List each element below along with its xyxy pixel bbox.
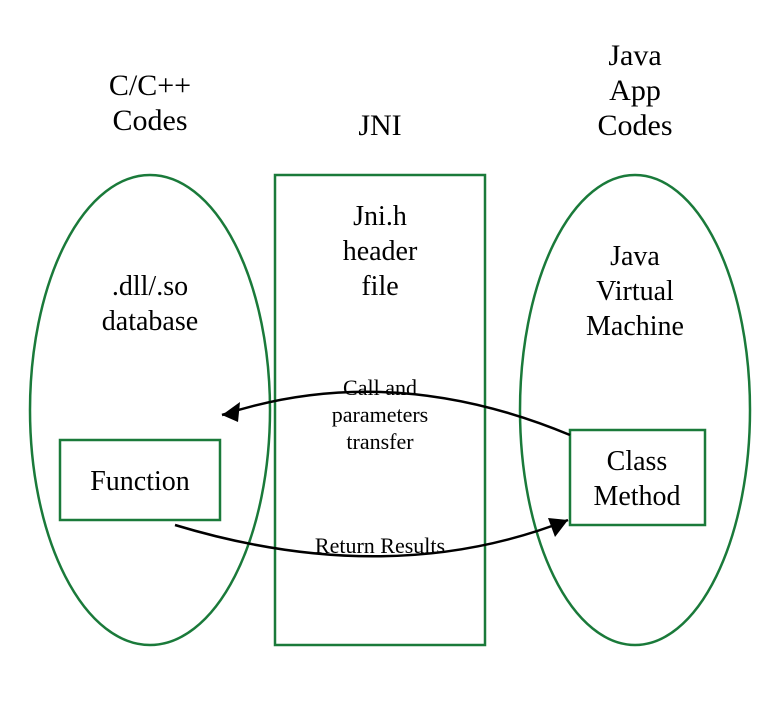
- java-body-line3: Machine: [586, 311, 684, 342]
- cpp-title-line2: Codes: [113, 104, 188, 137]
- jni-title: JNI: [358, 109, 401, 142]
- call-arrow-head: [222, 402, 240, 422]
- class-method-line1: Class: [607, 446, 668, 477]
- call-label-line1: Call and: [343, 375, 417, 400]
- cpp-title-line1: C/C++: [109, 69, 191, 102]
- call-label-line3: transfer: [346, 429, 414, 454]
- jni-header-line1: Jni.h: [353, 201, 407, 232]
- java-title-line2: App: [609, 74, 661, 107]
- java-body-line1: Java: [610, 241, 660, 272]
- jni-header-line3: file: [361, 271, 398, 302]
- cpp-body-line2: database: [102, 306, 198, 337]
- function-box-label: Function: [90, 466, 190, 497]
- cpp-body-line1: .dll/.so: [112, 271, 188, 302]
- class-method-line2: Method: [593, 481, 680, 512]
- java-title-line1: Java: [608, 39, 661, 72]
- call-label-line2: parameters: [332, 402, 429, 427]
- jni-header-line2: header: [343, 236, 418, 267]
- java-body-line2: Virtual: [596, 276, 674, 307]
- java-title-line3: Codes: [598, 109, 673, 142]
